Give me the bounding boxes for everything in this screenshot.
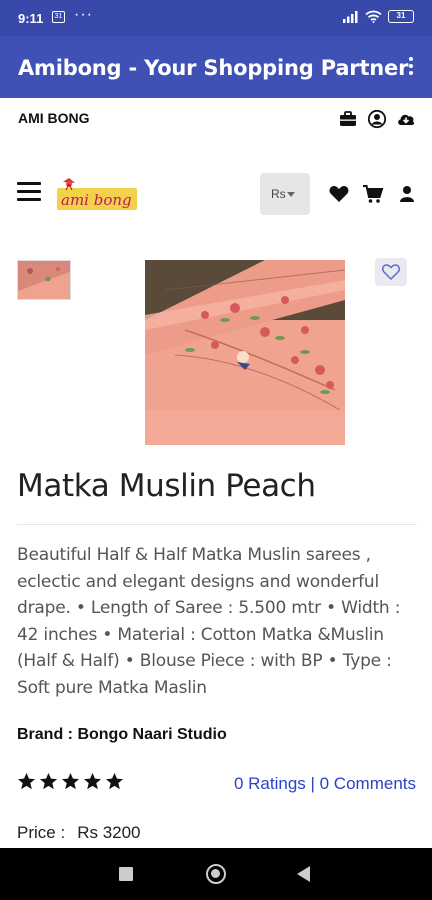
status-bar: 9:11 31 ··· 31 [0,0,432,36]
star-icon [105,772,124,791]
hamburger-menu-icon[interactable] [17,182,41,202]
chevron-down-icon [286,192,295,198]
status-time: 9:11 [18,11,44,26]
briefcase-icon[interactable] [338,109,358,129]
cloud-download-icon[interactable] [396,109,416,129]
star-icon [83,772,102,791]
user-icon[interactable] [396,183,418,205]
price-label: Price : [17,823,66,842]
battery-icon: 31 [388,10,414,23]
wishlist-heart-icon[interactable] [328,183,350,205]
system-nav-bar [0,848,432,900]
top-strip: AMI BONG [0,98,432,138]
heart-outline-icon [382,264,400,281]
currency-select[interactable]: Rs [260,173,310,215]
app-title: Amibong - Your Shopping Partner [18,56,409,80]
system-icons: 31 [343,10,414,23]
add-to-wishlist-button[interactable] [375,258,407,286]
store-nav: ami bong Rs [0,170,432,220]
recent-apps-square-icon[interactable] [119,867,133,881]
back-triangle-icon[interactable] [297,866,310,882]
app-bar: Amibong - Your Shopping Partner [0,36,432,98]
wifi-icon [365,10,382,23]
product-description: Beautiful Half & Half Matka Muslin saree… [17,545,401,698]
amibong-logo[interactable]: ami bong [55,176,139,214]
account-circle-icon[interactable] [367,109,387,129]
product-thumbnail[interactable] [17,260,71,300]
divider [17,524,417,525]
star-icon [61,772,80,791]
overflow-menu-icon[interactable] [404,54,418,78]
product-image [145,260,345,445]
ratings-comments-link[interactable]: 0 Ratings | 0 Comments [234,774,416,794]
product-brand: Brand : Bongo Naari Studio [17,726,227,743]
currency-value: Rs [271,187,286,201]
more-notifications-icon: ··· [74,6,93,23]
product-title: Matka Muslin Peach [17,468,316,504]
store-name: AMI BONG [18,110,90,126]
star-icon [17,772,36,791]
rating-stars [17,772,124,791]
home-circle-icon[interactable] [206,864,226,884]
price-value: Rs 3200 [77,823,141,842]
logo-text: ami bong [61,191,132,209]
star-icon [39,772,58,791]
signal-icon [343,11,358,23]
price-row: Price : Rs 3200 [17,823,141,843]
cart-icon[interactable] [362,183,384,205]
notification-badge-icon: 31 [52,11,65,23]
